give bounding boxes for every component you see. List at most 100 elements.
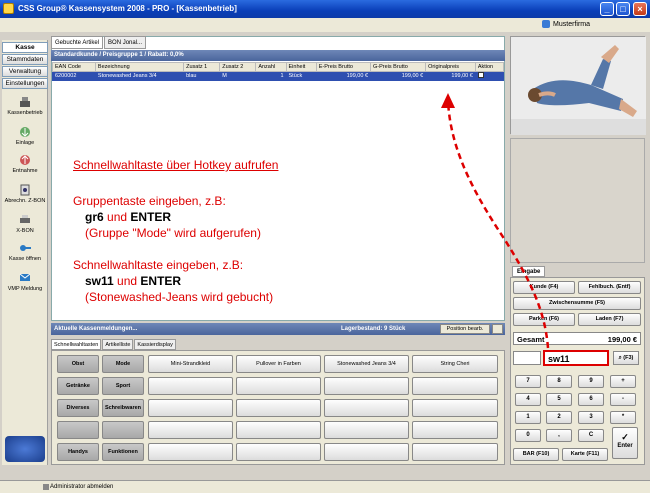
quick-button-empty[interactable] xyxy=(148,443,233,461)
key-2[interactable]: 2 xyxy=(546,411,572,424)
col-bezeichnung: Bezeichnung xyxy=(94,62,185,72)
quick-button-empty[interactable] xyxy=(412,443,498,461)
nav-tab-verwaltung[interactable]: Verwaltung xyxy=(2,66,48,77)
group-button-empty-1[interactable] xyxy=(57,421,99,439)
group-button-handys[interactable]: Handys xyxy=(57,443,99,461)
hotkey-input[interactable]: sw11 xyxy=(543,350,609,366)
group-button-sport[interactable]: Sport xyxy=(102,377,144,395)
key-3[interactable]: 3 xyxy=(578,411,604,424)
quick-button-empty[interactable] xyxy=(412,421,498,439)
karte-button[interactable]: Karte (F11) xyxy=(562,448,608,461)
tab-artikelliste[interactable]: Artikelliste xyxy=(102,339,134,350)
quick-button-empty[interactable] xyxy=(236,421,321,439)
zwischensumme-button[interactable]: Zwischensumme (F5) xyxy=(513,297,641,310)
quick-button-pullover[interactable]: Pullover in Farben xyxy=(236,355,321,373)
kunde-button[interactable]: Kunde (F4) xyxy=(513,281,575,294)
key-8[interactable]: 8 xyxy=(546,375,572,388)
key-clear[interactable]: C xyxy=(578,429,604,442)
key-comma[interactable]: , xyxy=(546,429,572,442)
customer-info-bar: Standardkunde / Preisgruppe 1 / Rabatt: … xyxy=(51,50,505,61)
total-value: 199,00 € xyxy=(607,335,637,344)
firm-selector[interactable]: Musterfirma xyxy=(542,20,590,28)
side-item-einlage[interactable]: Einlage xyxy=(2,126,48,154)
group-button-schreibwaren[interactable]: Schreibwaren xyxy=(102,399,144,417)
group-button-diverses[interactable]: Diverses xyxy=(57,399,99,417)
group-button-empty-2[interactable] xyxy=(102,421,144,439)
quick-button-empty[interactable] xyxy=(236,377,321,395)
quick-button-empty[interactable] xyxy=(236,443,321,461)
key-minus[interactable]: - xyxy=(610,393,636,406)
nav-tab-einstellungen[interactable]: Einstellungen xyxy=(2,78,48,89)
cell-aktion[interactable] xyxy=(474,71,505,81)
quick-button-stonewashed-jeans[interactable]: Stonewashed Jeans 3/4 xyxy=(324,355,409,373)
key-1[interactable]: 1 xyxy=(515,411,541,424)
col-originalpreis: Originalpreis xyxy=(425,62,476,72)
nav-tab-kasse[interactable]: Kasse xyxy=(2,42,48,53)
keyboard-icon[interactable] xyxy=(492,324,503,334)
note-sw-2: sw11 und ENTER xyxy=(85,274,182,288)
action-checkbox[interactable] xyxy=(477,72,484,78)
key-4[interactable]: 4 xyxy=(515,393,541,406)
note-sw-3: (Stonewashed-Jeans wird gebucht) xyxy=(85,290,274,304)
quick-button-empty[interactable] xyxy=(412,377,498,395)
side-item-vmp-meldung[interactable]: VMP Meldung xyxy=(2,272,48,300)
quick-button-empty[interactable] xyxy=(148,377,233,395)
quick-button-empty[interactable] xyxy=(324,443,409,461)
side-item-x-bon[interactable]: X-BON xyxy=(2,214,48,242)
group-button-mode[interactable]: Mode xyxy=(102,355,144,373)
parken-button[interactable]: Parken (F6) xyxy=(513,313,575,326)
minimize-button[interactable]: _ xyxy=(600,2,614,16)
enter-button[interactable]: ✓ Enter xyxy=(612,427,638,459)
key-9[interactable]: 9 xyxy=(578,375,604,388)
col-gpreis: G-Preis Brutto xyxy=(370,62,427,72)
side-item-entnahme[interactable]: Entnahme xyxy=(2,154,48,182)
tab-eingabe[interactable]: Eingabe xyxy=(512,266,546,277)
quick-button-empty[interactable] xyxy=(324,377,409,395)
tab-schnellwahltasten[interactable]: Schnellwahltasten xyxy=(51,339,102,350)
tab-bon-journal[interactable]: BON Jonal... xyxy=(104,36,147,49)
quick-button-mini-strandkleid[interactable]: Mini-Strandkleid xyxy=(148,355,233,373)
quick-button-empty[interactable] xyxy=(412,399,498,417)
note-group-2: gr6 und ENTER xyxy=(85,210,172,224)
cell-anzahl: 1 xyxy=(255,71,287,81)
group-button-obst[interactable]: Obst xyxy=(57,355,99,373)
side-item-z-bon[interactable]: Abrechn. Z-BON xyxy=(2,184,48,212)
quick-button-string-cheri[interactable]: String Cheri xyxy=(412,355,498,373)
side-item-kassenbetrieb[interactable]: Kassenbetrieb xyxy=(2,96,48,124)
group-button-getraenke[interactable]: Getränke xyxy=(57,377,99,395)
key-6[interactable]: 6 xyxy=(578,393,604,406)
search-button[interactable]: ⌕ (F3) xyxy=(613,351,639,365)
cell-zusatz1: blau xyxy=(183,71,221,81)
deposit-icon xyxy=(20,127,30,137)
nav-tab-stammdaten[interactable]: Stammdaten xyxy=(2,54,48,65)
position-edit-button[interactable]: Position bearb. xyxy=(440,324,490,334)
quick-button-empty[interactable] xyxy=(324,421,409,439)
tab-gebuchte-artikel[interactable]: Gebuchte Artikel xyxy=(51,36,104,49)
tab-kassierdisplay[interactable]: Kassierdisplay xyxy=(134,339,176,350)
maximize-button[interactable]: □ xyxy=(616,2,630,16)
quantity-input[interactable] xyxy=(513,351,541,365)
cell-ean: 6200002 xyxy=(52,71,96,81)
printer-icon xyxy=(20,215,30,223)
key-plus[interactable]: + xyxy=(610,375,636,388)
side-item-kasse-oeffnen[interactable]: Kasse öffnen xyxy=(2,242,48,270)
quick-button-empty[interactable] xyxy=(148,421,233,439)
col-zusatz1: Zusatz 1 xyxy=(183,62,221,72)
key-multiply[interactable]: * xyxy=(610,411,636,424)
laden-button[interactable]: Laden (F7) xyxy=(578,313,641,326)
key-0[interactable]: 0 xyxy=(515,429,541,442)
total-label: Gesamt xyxy=(517,335,545,344)
quick-button-empty[interactable] xyxy=(236,399,321,417)
quick-button-empty[interactable] xyxy=(148,399,233,417)
fehlbuchung-button[interactable]: Fehlbuch. (Entf) xyxy=(578,281,641,294)
logout-link[interactable]: Administrator abmelden xyxy=(50,484,113,490)
key-7[interactable]: 7 xyxy=(515,375,541,388)
key-5[interactable]: 5 xyxy=(546,393,572,406)
table-row[interactable]: 6200002 Stonewashed Jeans 3/4 blau M 1 S… xyxy=(52,71,505,81)
bar-button[interactable]: BAR (F10) xyxy=(513,448,559,461)
group-button-funktionen[interactable]: Funktionen xyxy=(102,443,144,461)
stock-info: Lagerbestand: 9 Stück xyxy=(341,326,406,332)
quick-button-empty[interactable] xyxy=(324,399,409,417)
message-bar: Aktuelle Kassenmeldungen... Lagerbestand… xyxy=(51,323,505,335)
close-button[interactable]: × xyxy=(633,2,647,16)
